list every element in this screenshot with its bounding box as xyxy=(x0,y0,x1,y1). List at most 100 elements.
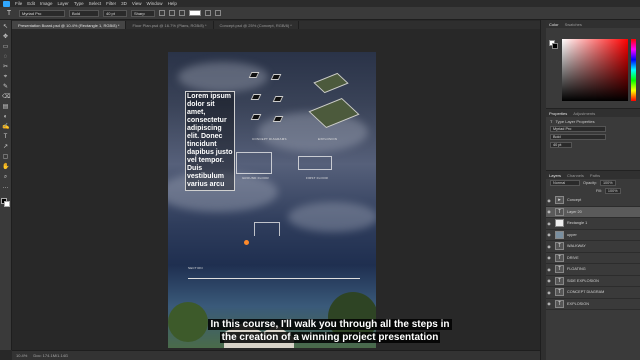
font-style-select[interactable]: Bold xyxy=(69,9,99,17)
presentation-board-artboard[interactable]: Lorem ipsum dolor sit amet, consectetur … xyxy=(168,52,376,348)
tab-floor-plan[interactable]: Floor Plan.psd @ 16.7% (Plans, RGB/8) * xyxy=(126,21,214,29)
warp-text-icon[interactable] xyxy=(205,10,211,16)
layer-row-walkway[interactable]: ◉ T WALKWAY xyxy=(546,241,640,253)
fill-field[interactable]: 100% xyxy=(604,188,621,194)
tab-color[interactable]: Color xyxy=(549,22,559,27)
tab-layers[interactable]: Layers xyxy=(549,173,561,178)
shape-tool-icon[interactable]: ▢ xyxy=(2,154,9,161)
opacity-field[interactable]: 100% xyxy=(599,180,616,186)
pen-tool-icon[interactable]: ✍ xyxy=(2,124,9,131)
move-tool-icon[interactable]: ↖ xyxy=(2,24,9,31)
visibility-eye-icon[interactable]: ◉ xyxy=(546,221,552,226)
layer-row-explosion[interactable]: ◉ T EXPLOSION xyxy=(546,299,640,310)
layer-row-concept[interactable]: ◉ ▸ Concept xyxy=(546,195,640,207)
character-panel-icon[interactable] xyxy=(215,10,221,16)
crop-tool-icon[interactable]: ✂ xyxy=(2,64,9,71)
zoom-level[interactable]: 10.4% xyxy=(16,353,27,358)
tab-paths[interactable]: Paths xyxy=(590,173,600,178)
properties-style-select[interactable]: Bold xyxy=(550,134,606,140)
hand-tool-icon[interactable]: ✋ xyxy=(2,164,9,171)
text-color-swatch[interactable] xyxy=(189,10,201,16)
tab-adjustments[interactable]: Adjustments xyxy=(573,111,595,116)
brush-tool-icon[interactable]: ✎ xyxy=(2,84,9,91)
document-tabs: Presentation Board.psd @ 10.4% (Rectangl… xyxy=(12,21,540,29)
panel-color-swatches[interactable] xyxy=(549,40,559,50)
section-drawing xyxy=(188,278,360,300)
background-color-swatch[interactable] xyxy=(4,201,10,207)
text-layer-icon: T xyxy=(555,265,564,274)
menu-help[interactable]: Help xyxy=(168,1,177,6)
menu-3d[interactable]: 3D xyxy=(121,1,127,6)
layer-row-concept-diagram[interactable]: ◉ T CONCEPT DIAGRAM xyxy=(546,287,640,299)
visibility-eye-icon[interactable]: ◉ xyxy=(546,198,552,203)
zoom-tool-icon[interactable]: ⌕ xyxy=(2,174,9,181)
menu-file[interactable]: File xyxy=(15,1,22,6)
menu-edit[interactable]: Edit xyxy=(27,1,35,6)
tab-properties[interactable]: Properties xyxy=(549,111,567,116)
antialias-select[interactable]: Sharp xyxy=(131,9,155,17)
visibility-eye-icon[interactable]: ◉ xyxy=(546,290,552,295)
visibility-eye-icon[interactable]: ◉ xyxy=(546,255,552,260)
menu-window[interactable]: Window xyxy=(147,1,163,6)
menu-bar: File Edit Image Layer Type Select Filter… xyxy=(0,0,640,7)
menu-layer[interactable]: Layer xyxy=(58,1,69,6)
layer-row-upper[interactable]: ◉ upper xyxy=(546,230,640,241)
layer-name: CONCEPT DIAGRAM xyxy=(567,290,605,295)
visibility-eye-icon[interactable]: ◉ xyxy=(546,244,552,249)
tab-swatches[interactable]: Swatches xyxy=(565,22,582,27)
artboard-tool-icon[interactable]: ✥ xyxy=(2,34,9,41)
text-layer-icon: T xyxy=(555,253,564,262)
tab-channels[interactable]: Channels xyxy=(567,173,584,178)
properties-size-field[interactable]: 40 pt xyxy=(550,142,572,148)
menu-type[interactable]: Type xyxy=(74,1,84,6)
text-layer-icon: T xyxy=(555,242,564,251)
layer-row-rectangle-1[interactable]: ◉ Rectangle 1 xyxy=(546,218,640,230)
align-left-icon[interactable] xyxy=(159,10,165,16)
font-family-select[interactable]: Myriad Pro xyxy=(19,9,65,17)
font-size-field[interactable]: 40 pt xyxy=(103,9,127,17)
menu-select[interactable]: Select xyxy=(89,1,102,6)
gradient-tool-icon[interactable]: ▤ xyxy=(2,104,9,111)
hue-slider[interactable] xyxy=(631,39,636,101)
color-panel-tabs: Color Swatches xyxy=(546,20,640,28)
color-swatches[interactable] xyxy=(1,198,10,207)
menu-image[interactable]: Image xyxy=(40,1,53,6)
layer-row-drive[interactable]: ◉ T DRIVE xyxy=(546,253,640,264)
layer-row-side-explosion[interactable]: ◉ T SIDE EXPLOSION xyxy=(546,276,640,287)
path-select-tool-icon[interactable]: ↗ xyxy=(2,144,9,151)
layer-name: SIDE EXPLOSION xyxy=(567,278,599,283)
type-tool-preset-icon[interactable]: T xyxy=(3,9,15,18)
caption-explosion: EXPLOSION xyxy=(318,137,338,141)
eyedropper-tool-icon[interactable]: ⌖ xyxy=(2,74,9,81)
dodge-tool-icon[interactable]: ◐ xyxy=(2,114,9,121)
type-tool-icon[interactable]: T xyxy=(2,134,9,141)
more-tools-icon[interactable]: … xyxy=(2,184,9,191)
visibility-eye-icon[interactable]: ◉ xyxy=(546,209,552,214)
layer-name: WALKWAY xyxy=(567,244,586,249)
visibility-eye-icon[interactable]: ◉ xyxy=(546,301,552,306)
visibility-eye-icon[interactable]: ◉ xyxy=(546,232,552,237)
menu-filter[interactable]: Filter xyxy=(106,1,116,6)
layer-row-layer-20[interactable]: ◉ T Layer 20 xyxy=(546,206,640,218)
menu-view[interactable]: View xyxy=(132,1,142,6)
lasso-tool-icon[interactable]: ◌ xyxy=(2,54,9,61)
text-layer-icon: T xyxy=(555,276,564,285)
properties-title-row: T Type Layer Properties xyxy=(546,117,640,125)
properties-font-select[interactable]: Myriad Pro xyxy=(550,126,606,132)
tab-concept[interactable]: Concept.psd @ 25% (Concept, RGB/8) * xyxy=(214,21,299,29)
tab-presentation-board[interactable]: Presentation Board.psd @ 10.4% (Rectangl… xyxy=(12,21,127,29)
align-right-icon[interactable] xyxy=(179,10,185,16)
photoshop-logo-icon[interactable] xyxy=(3,0,10,7)
fill-label: Fill: xyxy=(596,189,602,193)
panel-background-swatch[interactable] xyxy=(552,43,558,49)
align-center-icon[interactable] xyxy=(169,10,175,16)
color-picker-field[interactable] xyxy=(562,39,628,101)
marquee-tool-icon[interactable]: ▭ xyxy=(2,44,9,51)
visibility-eye-icon[interactable]: ◉ xyxy=(546,278,552,283)
lorem-text-box[interactable]: Lorem ipsum dolor sit amet, consectetur … xyxy=(185,91,235,191)
blend-mode-select[interactable]: Normal xyxy=(550,180,580,186)
layer-name: upper xyxy=(567,232,577,237)
layer-row-floating[interactable]: ◉ T FLOATING xyxy=(546,264,640,276)
visibility-eye-icon[interactable]: ◉ xyxy=(546,267,552,272)
eraser-tool-icon[interactable]: ⌫ xyxy=(2,94,10,101)
